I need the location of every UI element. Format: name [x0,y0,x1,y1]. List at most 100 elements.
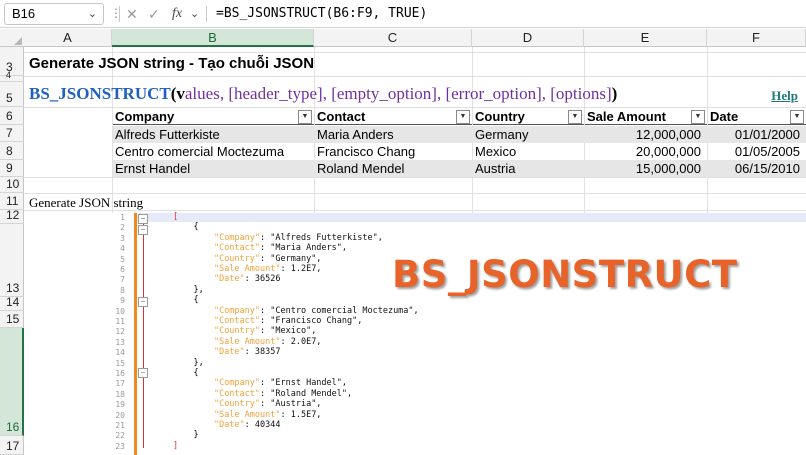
line-number: 7 [120,275,125,285]
table-cell[interactable]: 15,000,000 [585,160,707,177]
table-cell[interactable]: Centro comercial Moctezuma [113,143,314,160]
row-header-9[interactable]: 9 [0,160,24,177]
cancel-icon[interactable]: ✕ [126,4,138,24]
table-cell[interactable]: Ernst Handel [113,160,314,177]
code-line: "Date": 40344 [213,420,281,430]
code-line: "Country": "Germany", [213,253,322,264]
table-cell[interactable]: 06/15/2010 [708,160,806,177]
line-number: 8 [120,285,125,295]
line-number: 2 [120,223,125,233]
row-header-7[interactable]: 7 [0,125,24,142]
sheet-title: Generate JSON string - Tạo chuỗi JSON [29,55,315,72]
code-line: "Country": "Mexico", [213,326,317,337]
line-number: 18 [115,389,125,399]
table-cell[interactable]: Francisco Chang [315,143,472,160]
filter-dropdown-icon[interactable]: ▼ [456,110,470,124]
gridline [24,193,806,194]
table-cell[interactable]: 12,000,000 [585,126,707,143]
line-number: 15 [115,358,125,368]
filter-dropdown-icon[interactable]: ▼ [691,110,705,124]
table-header-sale-amount[interactable]: Sale Amount ▼ [585,108,707,125]
line-number: 4 [120,244,125,254]
more-options-icon[interactable]: ⋮ [110,6,122,20]
filter-dropdown-icon[interactable]: ▼ [298,110,312,124]
row-header-3[interactable]: 3 [0,52,24,76]
row-header-17[interactable]: 17 [0,436,24,455]
column-header-c[interactable]: C [314,29,472,47]
line-number: 14 [115,348,125,358]
row-header-8[interactable]: 8 [0,142,24,160]
table-cell[interactable]: 01/01/2000 [708,126,806,143]
row-header-16[interactable]: 16 [0,328,24,436]
chevron-down-icon[interactable]: ⌄ [190,4,199,24]
name-box[interactable]: B16 ⌄ [4,3,104,25]
name-box-value: B16 [12,6,36,21]
code-line: "Contact": "Maria Anders", [213,243,348,254]
code-line: }, [173,357,204,368]
code-line: { [173,222,199,233]
code-line: "Company": "Ernst Handel", [213,378,348,389]
code-line: { [173,368,199,378]
column-headers: A B C D E F [0,29,806,47]
row-header-14[interactable]: 14 [0,295,24,311]
table-header-label: Company [115,109,175,124]
line-number: 10 [115,306,125,316]
json-code-image: 1 2 3 4 5 6 7 8 9 10 11 12 13 14 15 16 17 18 19 20 21 22 23 [ … [97,212,806,455]
current-line-highlight [137,213,806,222]
table-header-label: Date [710,109,739,124]
bracket-guide [143,221,144,448]
row-header-6[interactable]: 6 [0,107,24,125]
line-number: 5 [120,254,125,264]
row-header-12[interactable]: 12 [0,208,24,224]
fold-toggle-icon: − [138,225,148,235]
row-headers: 3 4 5 6 7 8 9 10 11 12 13 14 15 16 17 [0,47,24,455]
column-header-f[interactable]: F [707,29,806,47]
function-name: BS_JSONSTRUCT [29,84,171,103]
table-cell[interactable]: 01/05/2005 [708,143,806,160]
filter-dropdown-icon[interactable]: ▼ [790,110,804,124]
table-cell[interactable]: Mexico [473,143,584,160]
syntax-close-paren: ) [611,84,618,103]
select-all-corner[interactable] [0,29,24,47]
table-cell[interactable]: Alfreds Futterkiste [113,126,314,143]
column-header-b[interactable]: B [112,29,314,47]
row-header-5[interactable]: 5 [0,82,24,107]
line-number: 12 [115,327,125,337]
code-line: }, [173,284,204,295]
table-cell[interactable]: Maria Anders [315,126,472,143]
table-cell[interactable]: Germany [473,126,584,143]
table-header-label: Country [475,109,525,124]
insert-function-icon[interactable]: fx [172,4,182,24]
table-header-date[interactable]: Date ▼ [708,108,806,125]
chevron-down-icon[interactable]: ⌄ [88,4,97,24]
line-number: 1 [120,213,125,222]
table-header-country[interactable]: Country ▼ [473,108,584,125]
row-header-10[interactable]: 10 [0,177,24,193]
column-header-d[interactable]: D [472,29,584,47]
row-header-13[interactable]: 13 [0,224,24,297]
formula-input[interactable]: =BS_JSONSTRUCT(B6:F9, TRUE) [216,4,427,24]
code-line: "Sale Amount": 1.2E7, [213,264,322,274]
column-header-e[interactable]: E [584,29,707,47]
formula-bar: B16 ⌄ ⋮ ✕ ✓ fx ⌄ =BS_JSONSTRUCT(B6:F9, T… [0,0,806,28]
table-header-label: Sale Amount [587,109,666,124]
row-header-15[interactable]: 15 [0,311,24,328]
fold-toggle-icon: − [138,368,148,378]
table-header-contact[interactable]: Contact ▼ [315,108,472,125]
code-line: "Date": 38357 [213,347,281,358]
table-cell[interactable]: Roland Mendel [315,160,472,177]
help-link[interactable]: Help [771,88,798,104]
line-number: 17 [115,379,125,389]
line-number: 16 [115,369,125,378]
filter-dropdown-icon[interactable]: ▼ [568,110,582,124]
gridline [24,76,806,77]
confirm-icon[interactable]: ✓ [148,4,160,24]
row11-label: Generate JSON string [29,195,144,210]
table-cell[interactable]: Austria [473,160,584,177]
divider [206,6,207,22]
table-cell[interactable]: 20,000,000 [585,143,707,160]
code-line: "Company": "Centro comercial Moctezuma", [213,305,419,316]
table-header-company[interactable]: Company ▼ [113,108,314,125]
column-header-a[interactable]: A [24,29,112,47]
gridline [24,52,806,53]
